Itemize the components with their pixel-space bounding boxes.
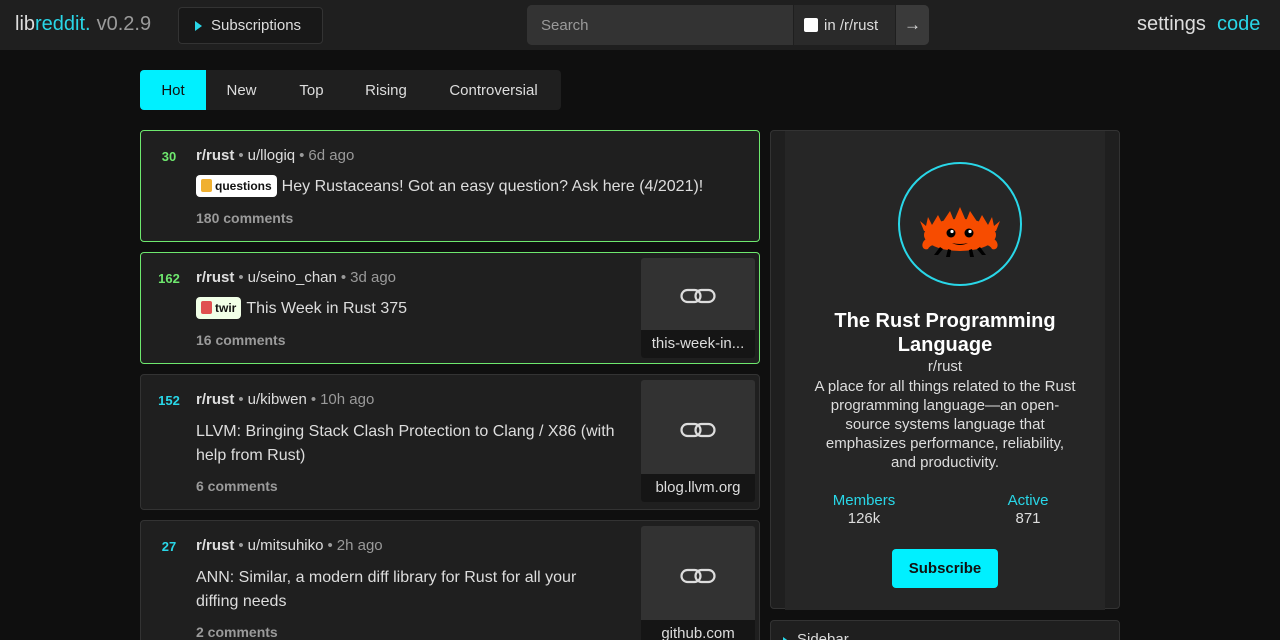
subreddit-info-card: The Rust Programming Language r/rust A p… — [770, 130, 1120, 610]
crab-emoji-icon — [201, 179, 212, 192]
sort-tabs: Hot New Top Rising Controversial — [140, 70, 561, 110]
post-author-link[interactable]: u/mitsuhiko — [248, 537, 324, 554]
post-author-link[interactable]: u/seino_chan — [248, 269, 337, 286]
tab-hot[interactable]: Hot — [140, 70, 206, 110]
active-label: Active — [1007, 492, 1049, 509]
logo-lib: lib — [15, 13, 36, 35]
post-comments-link[interactable]: 2 comments — [196, 624, 278, 640]
top-bar: libreddit.v0.2.9 Subscriptions in /r/rus… — [0, 0, 1280, 50]
post-time: 6d ago — [308, 147, 355, 164]
post-title: twir This Week in Rust 375 — [196, 297, 626, 321]
thumbnail-domain: this-week-in... — [641, 330, 755, 358]
post-card[interactable]: 27 r/rust • u/mitsuhiko • 2h ago ANN: Simila… — [140, 520, 760, 640]
subreddit-name: r/rust — [927, 358, 963, 375]
post-score: 152 — [158, 393, 180, 408]
post-meta: r/rust • u/llogiq • 6d ago — [196, 147, 355, 164]
post-title-link[interactable]: Hey Rustaceans! Got an easy question? As… — [282, 178, 704, 195]
logo-reddit: reddit. — [35, 13, 91, 35]
subreddit-info-panel: The Rust Programming Language r/rust A p… — [785, 131, 1105, 610]
subscriptions-label: Subscriptions — [211, 17, 302, 34]
members-label: Members — [832, 492, 896, 509]
active-value: 871 — [1015, 510, 1041, 527]
post-author-link[interactable]: u/kibwen — [248, 391, 307, 408]
post-subreddit-link[interactable]: r/rust — [196, 537, 234, 554]
post-author-link[interactable]: u/llogiq — [248, 147, 296, 164]
post-thumbnail[interactable]: this-week-in... — [641, 258, 755, 358]
link-icon — [641, 258, 755, 334]
post-meta: r/rust • u/mitsuhiko • 2h ago — [196, 537, 383, 554]
post-time: 3d ago — [350, 269, 397, 286]
logo-link[interactable]: libreddit. v0.2.9 — [15, 13, 151, 36]
post-meta: r/rust • u/seino_chan • 3d ago — [196, 269, 397, 286]
flair-label: twir — [215, 301, 237, 315]
triangle-right-icon — [195, 20, 202, 31]
search-submit-button[interactable]: → — [895, 5, 929, 45]
post-title: questions Hey Rustaceans! Got an easy que… — [196, 175, 741, 199]
post-subreddit-link[interactable]: r/rust — [196, 147, 234, 164]
post-time: 10h ago — [320, 391, 375, 408]
post-subreddit-link[interactable]: r/rust — [196, 391, 234, 408]
code-link[interactable]: code — [1217, 13, 1260, 36]
subscriptions-button[interactable]: Subscriptions — [178, 7, 323, 44]
tab-top[interactable]: Top — [277, 70, 346, 110]
post-title-link[interactable]: ANN: Similar, a modern diff library for … — [196, 566, 616, 614]
post-comments-link[interactable]: 16 comments — [196, 332, 285, 348]
post-comments-link[interactable]: 6 comments — [196, 478, 278, 494]
active-stat: Active 871 — [968, 492, 1088, 527]
subreddit-description: A place for all things related to the Ru… — [814, 378, 1076, 471]
post-score: 27 — [161, 539, 177, 554]
calendar-emoji-icon — [201, 301, 212, 314]
arrow-right-icon: → — [904, 15, 921, 34]
post-thumbnail[interactable]: github.com — [641, 526, 755, 640]
link-icon — [641, 526, 755, 626]
restrict-subreddit-toggle[interactable]: in /r/rust — [793, 5, 895, 45]
thumbnail-domain: blog.llvm.org — [641, 474, 755, 502]
subscribe-button[interactable]: Subscribe — [892, 549, 998, 588]
subreddit-title: The Rust Programming Language — [834, 310, 1056, 356]
restrict-checkbox[interactable] — [804, 18, 818, 32]
members-value: 126k — [847, 510, 881, 527]
ferris-crab-icon — [920, 207, 1000, 257]
post-flair[interactable]: twir — [196, 297, 242, 319]
post-title-link[interactable]: This Week in Rust 375 — [246, 300, 407, 317]
post-card[interactable]: 152 r/rust • u/kibwen • 10h ago LLVM: Bringi… — [140, 374, 760, 510]
sidebar-toggle[interactable]: Sidebar — [770, 620, 1120, 640]
subreddit-avatar — [898, 162, 1022, 286]
flair-label: questions — [215, 179, 272, 193]
sidebar-toggle-label: Sidebar — [797, 631, 849, 640]
post-card[interactable]: 162 r/rust • u/seino_chan • 3d ago twir This … — [140, 252, 760, 364]
post-card[interactable]: 30 r/rust • u/llogiq • 6d ago questions Hey R… — [140, 130, 760, 242]
post-subreddit-link[interactable]: r/rust — [196, 269, 234, 286]
post-time: 2h ago — [336, 537, 383, 554]
members-stat: Members 126k — [804, 492, 924, 527]
post-comments-link[interactable]: 180 comments — [196, 210, 293, 226]
search-input[interactable] — [527, 5, 793, 45]
restrict-label: in /r/rust — [824, 16, 879, 34]
post-score: 162 — [158, 271, 180, 286]
search-form: in /r/rust → — [527, 5, 929, 45]
thumbnail-domain: github.com — [641, 620, 755, 640]
post-title-link[interactable]: LLVM: Bringing Stack Clash Protection to… — [196, 420, 616, 468]
post-thumbnail[interactable]: blog.llvm.org — [641, 380, 755, 502]
post-flair[interactable]: questions — [196, 175, 277, 197]
tab-controversial[interactable]: Controversial — [426, 70, 561, 110]
link-icon — [641, 380, 755, 480]
tab-new[interactable]: New — [206, 70, 277, 110]
post-meta: r/rust • u/kibwen • 10h ago — [196, 391, 375, 408]
post-score: 30 — [161, 149, 177, 164]
settings-link[interactable]: settings — [1137, 13, 1206, 36]
version-label: v0.2.9 — [96, 13, 152, 35]
tab-rising[interactable]: Rising — [346, 70, 426, 110]
